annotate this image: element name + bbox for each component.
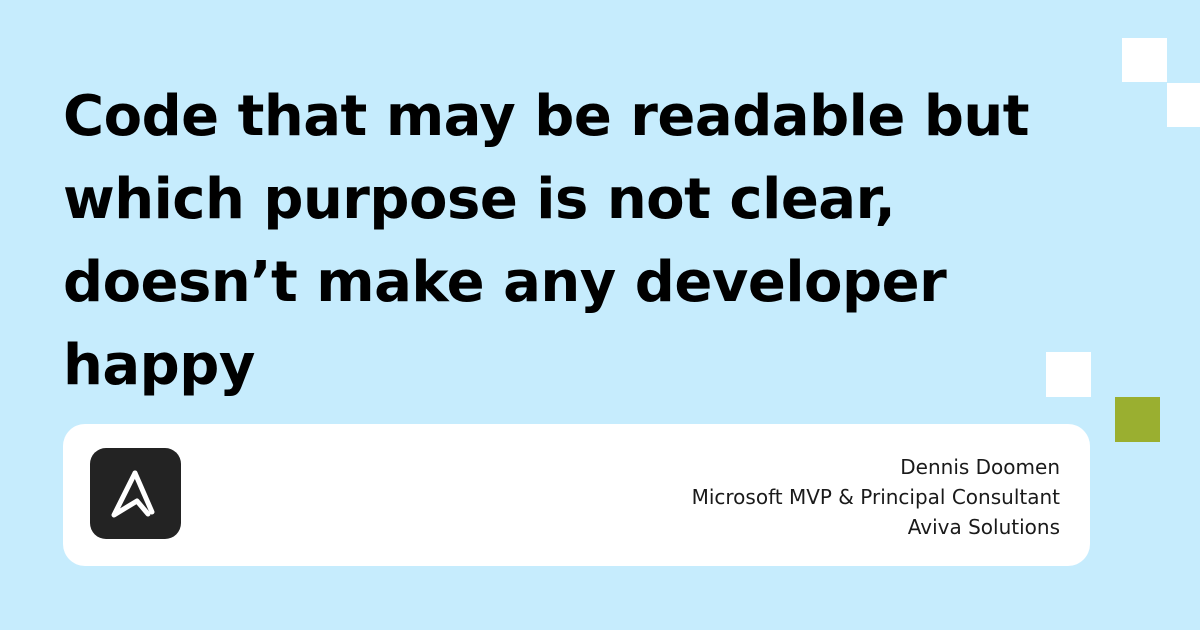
quote-line-1: Code that may be readable but [63,84,1030,149]
decorative-square-white-top [1122,38,1167,82]
aviva-a-logo-icon [111,470,155,518]
author-name: Dennis Doomen [900,455,1060,479]
author-card: Dennis Doomen Microsoft MVP & Principal … [63,424,1090,566]
decorative-square-white-middle [1046,352,1091,397]
quote-line-3: doesn’t make any developer [63,250,947,315]
quote-text: Code that may be readable but which purp… [63,75,1103,407]
author-title: Microsoft MVP & Principal Consultant [691,485,1060,509]
decorative-square-green [1115,397,1160,442]
author-info: Dennis Doomen Microsoft MVP & Principal … [692,452,1060,542]
quote-line-2: which purpose is not clear, [63,167,896,232]
company-logo [90,448,181,539]
quote-line-4: happy [63,333,255,398]
author-company: Aviva Solutions [907,515,1060,539]
decorative-square-white-top-right [1167,83,1200,127]
